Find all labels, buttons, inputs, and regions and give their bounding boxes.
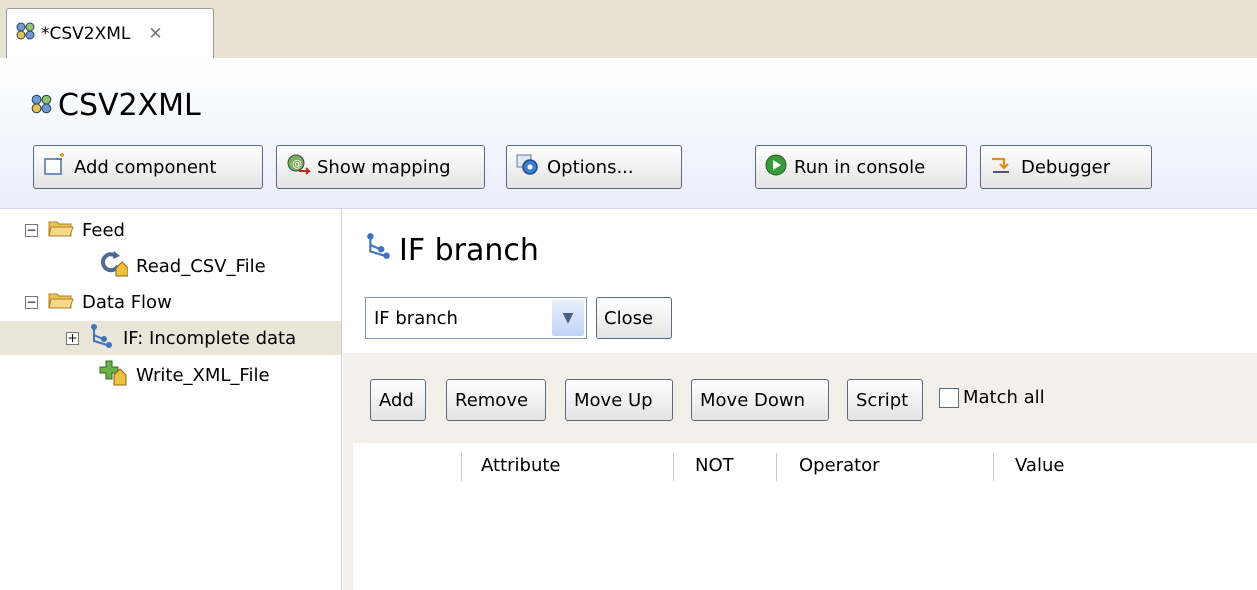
move-up-button[interactable]: Move Up [565, 379, 673, 421]
tree-item-feed[interactable]: − Feed [25, 213, 125, 247]
collapse-icon[interactable]: − [25, 295, 38, 309]
title-text: CSV2XML [58, 88, 201, 123]
editor-tab-strip: *CSV2XML ✕ [0, 0, 1257, 59]
tree-label: Feed [82, 219, 125, 241]
branch-icon [365, 231, 393, 269]
remove-label: Remove [455, 389, 529, 411]
move-down-button[interactable]: Move Down [691, 379, 829, 421]
add-component-button[interactable]: Add component [33, 145, 263, 189]
column-header-attribute[interactable]: Attribute [481, 455, 560, 476]
tab-label: *CSV2XML [41, 23, 131, 44]
tree-item-read-csv[interactable]: Read_CSV_File [98, 249, 266, 283]
folder-icon [48, 290, 74, 315]
checkbox-box[interactable] [939, 387, 959, 408]
reader-icon [98, 250, 129, 283]
branch-type-select[interactable]: IF branch ▼ [365, 297, 587, 339]
close-tab-icon[interactable]: ✕ [148, 24, 162, 44]
remove-button[interactable]: Remove [446, 379, 546, 421]
match-all-label: Match all [963, 387, 1045, 408]
svg-text:@: @ [292, 159, 302, 170]
run-in-console-button[interactable]: Run in console [755, 145, 967, 189]
close-button[interactable]: Close [596, 297, 672, 339]
composite-icon [30, 88, 54, 123]
column-divider[interactable] [673, 453, 674, 481]
column-divider[interactable] [461, 453, 462, 481]
mapping-icon: @ [285, 153, 312, 182]
column-divider[interactable] [993, 453, 994, 481]
script-label: Script [856, 389, 909, 411]
script-button[interactable]: Script [847, 379, 923, 421]
close-label: Close [604, 307, 654, 329]
show-mapping-label: Show mapping [317, 156, 451, 178]
move-up-label: Move Up [574, 389, 653, 411]
tree-label: Write_XML_File [136, 364, 270, 386]
expand-icon[interactable]: + [66, 331, 79, 345]
tree-item-if-incomplete[interactable]: + IF: Incomplete data [0, 321, 341, 355]
tree-label: Read_CSV_File [136, 255, 266, 277]
add-label: Add [379, 389, 414, 411]
page-title: CSV2XML [30, 88, 201, 123]
column-header-operator[interactable]: Operator [799, 455, 880, 476]
options-button[interactable]: Options... [506, 145, 682, 189]
composite-icon [15, 21, 37, 46]
editor-header: CSV2XML Add component @ Show mapping Opt… [0, 58, 1257, 209]
folder-icon [48, 218, 74, 243]
column-header-value[interactable]: Value [1015, 455, 1064, 476]
chevron-down-icon[interactable]: ▼ [552, 300, 584, 336]
tree-label: Data Flow [82, 291, 172, 313]
run-in-console-label: Run in console [794, 156, 926, 178]
branch-icon [89, 323, 115, 354]
debugger-button[interactable]: Debugger [980, 145, 1152, 189]
debugger-label: Debugger [1021, 156, 1111, 178]
add-component-icon [42, 152, 68, 182]
tree-item-write-xml[interactable]: Write_XML_File [98, 358, 270, 392]
flow-tree: − Feed Read_CSV_File − Data Flow + IF: I… [0, 209, 342, 590]
gear-icon [515, 153, 541, 182]
move-down-label: Move Down [700, 389, 805, 411]
panel-title: IF branch [365, 231, 539, 269]
tree-item-data-flow[interactable]: − Data Flow [25, 285, 172, 319]
collapse-icon[interactable]: − [25, 223, 38, 237]
branch-type-value: IF branch [374, 307, 458, 329]
add-button[interactable]: Add [370, 379, 426, 421]
add-component-label: Add component [74, 156, 217, 178]
debugger-icon [989, 154, 1015, 181]
panel-title-text: IF branch [399, 232, 539, 268]
column-divider[interactable] [776, 453, 777, 481]
if-branch-panel: IF branch IF branch ▼ Close Add Remove M… [343, 209, 1257, 590]
match-all-checkbox[interactable]: Match all [939, 387, 1045, 408]
show-mapping-button[interactable]: @ Show mapping [276, 145, 485, 189]
column-header-not[interactable]: NOT [695, 455, 734, 476]
options-label: Options... [547, 156, 634, 178]
editor-tab[interactable]: *CSV2XML ✕ [6, 8, 214, 58]
writer-icon [98, 359, 128, 392]
run-icon [764, 153, 788, 182]
tree-label: IF: Incomplete data [123, 327, 297, 349]
